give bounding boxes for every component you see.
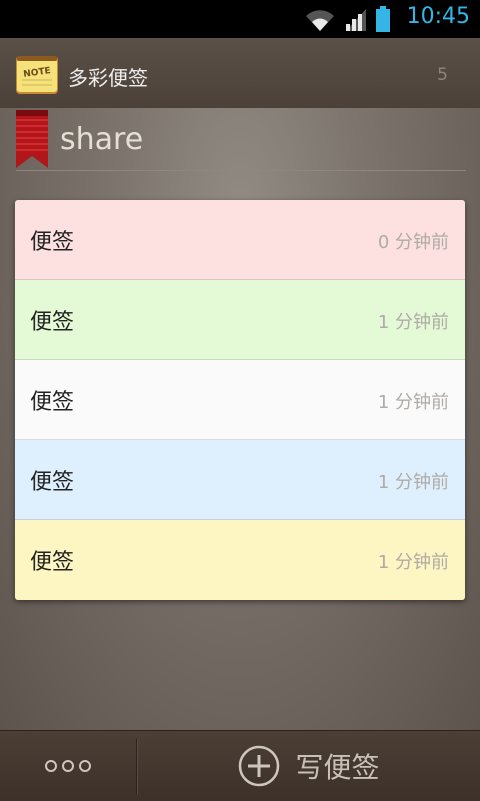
note-item[interactable]: 便签 1 分钟前 bbox=[15, 440, 465, 520]
bookmark-ribbon-icon bbox=[16, 110, 48, 168]
note-title: 便签 bbox=[30, 550, 75, 575]
more-button[interactable] bbox=[0, 731, 136, 801]
wifi-icon bbox=[306, 10, 334, 31]
bottom-bar: 写便签 bbox=[0, 730, 480, 801]
note-time: 1 分钟前 bbox=[377, 472, 449, 493]
note-count: 5 bbox=[437, 65, 448, 85]
signal-icon bbox=[346, 9, 366, 31]
notes-surface: share 便签 0 分钟前 便签 1 分钟前 便签 1 分钟前 便签 1 分钟… bbox=[0, 108, 480, 730]
note-title: 便签 bbox=[30, 470, 75, 495]
divider bbox=[16, 170, 466, 171]
note-time: 1 分钟前 bbox=[377, 312, 449, 333]
more-dots-icon bbox=[45, 760, 91, 772]
note-time: 1 分钟前 bbox=[377, 392, 449, 413]
note-item[interactable]: 便签 1 分钟前 bbox=[15, 360, 465, 440]
note-item[interactable]: 便签 1 分钟前 bbox=[15, 280, 465, 360]
write-note-label: 写便签 bbox=[295, 751, 380, 784]
app-title: 多彩便签 bbox=[68, 66, 148, 90]
plus-circle-icon bbox=[239, 745, 280, 787]
notes-list: 便签 0 分钟前 便签 1 分钟前 便签 1 分钟前 便签 1 分钟前 便签 1… bbox=[15, 200, 465, 600]
write-note-button[interactable]: 写便签 bbox=[137, 731, 480, 801]
note-title: 便签 bbox=[30, 310, 75, 335]
note-time: 0 分钟前 bbox=[377, 232, 449, 253]
battery-icon bbox=[376, 6, 390, 32]
status-bar: 10:45 bbox=[0, 0, 480, 38]
clock: 10:45 bbox=[406, 4, 470, 29]
note-time: 1 分钟前 bbox=[377, 552, 449, 573]
note-title: 便签 bbox=[30, 390, 75, 415]
note-item[interactable]: 便签 0 分钟前 bbox=[15, 200, 465, 280]
folder-header[interactable]: share bbox=[0, 108, 480, 170]
app-bar: NOTE 多彩便签 5 bbox=[0, 38, 480, 109]
note-pad-icon: NOTE bbox=[16, 56, 58, 94]
note-title: 便签 bbox=[30, 230, 75, 255]
note-item[interactable]: 便签 1 分钟前 bbox=[15, 520, 465, 600]
folder-name: share bbox=[60, 122, 144, 157]
status-icons bbox=[304, 6, 390, 32]
